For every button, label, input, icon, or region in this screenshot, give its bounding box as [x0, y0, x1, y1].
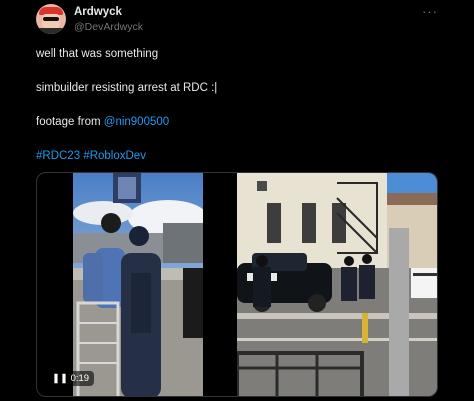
- tweet-footage-line: footage from @nin900500: [36, 116, 169, 128]
- video-frame-left-scene: [73, 173, 203, 396]
- tweet-text-line-1: well that was something: [36, 48, 159, 60]
- video-timestamp: 0:19: [70, 373, 90, 384]
- footage-prefix: footage from: [36, 116, 104, 128]
- hashtags-link[interactable]: #RDC23 #RobloxDev: [36, 150, 146, 162]
- video-player[interactable]: ❚❚ 0:19: [36, 172, 438, 397]
- tweet-text-line-2: simbuilder resisting arrest at RDC :|: [36, 82, 218, 94]
- display-name[interactable]: Ardwyck: [74, 6, 122, 18]
- pause-icon: ❚❚: [52, 373, 68, 384]
- avatar-sunglasses: [43, 17, 59, 21]
- avatar-shirt: [38, 28, 64, 34]
- video-frame-right-scene: [237, 173, 437, 396]
- video-time-badge[interactable]: ❚❚ 0:19: [47, 371, 95, 386]
- tweet-header: Ardwyck @DevArdwyck ···: [36, 4, 446, 38]
- video-frame-left: [73, 173, 203, 396]
- more-dots-icon[interactable]: ···: [422, 4, 438, 19]
- video-frame-right: [237, 173, 437, 396]
- avatar[interactable]: [36, 4, 66, 34]
- mention-link[interactable]: @nin900500: [104, 116, 169, 128]
- user-handle[interactable]: @DevArdwyck: [74, 21, 143, 33]
